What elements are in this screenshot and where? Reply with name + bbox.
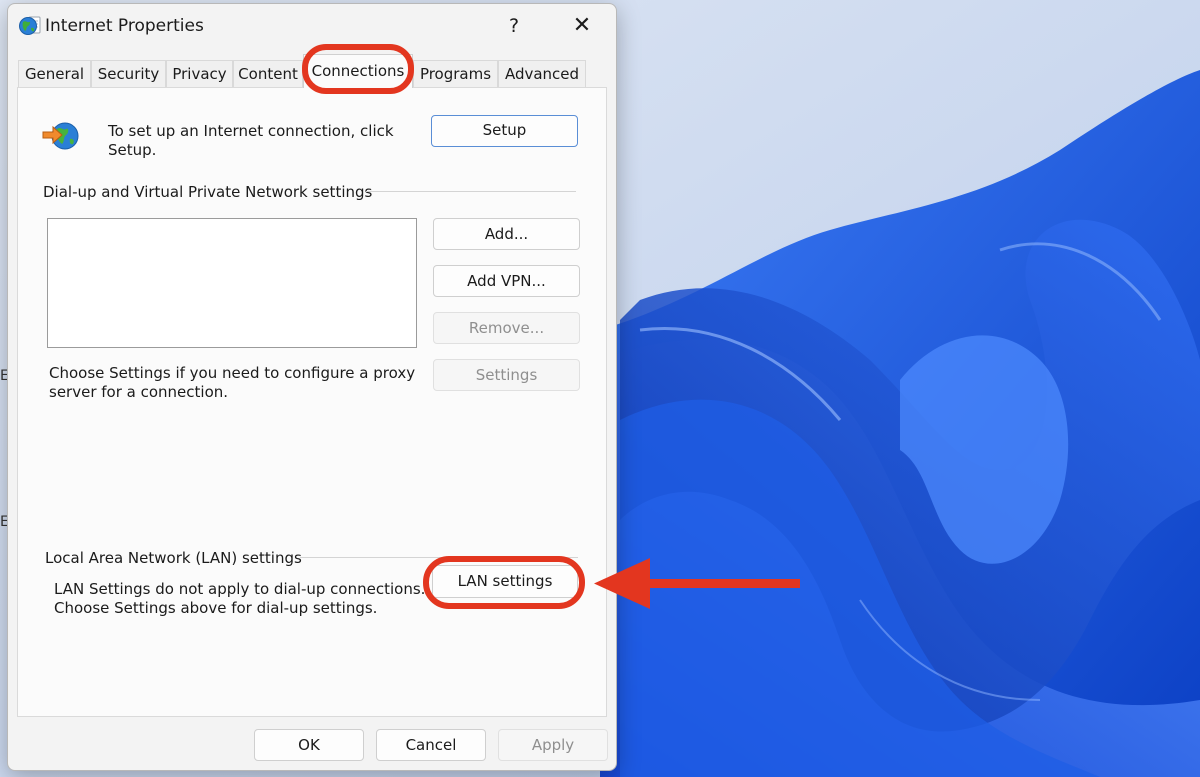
tab-privacy[interactable]: Privacy [166, 60, 233, 87]
group-divider [366, 191, 576, 192]
tab-general[interactable]: General [18, 60, 91, 87]
connections-panel: To set up an Internet connection, click … [17, 87, 607, 717]
title-bar[interactable]: Internet Properties ? ✕ [8, 4, 616, 48]
lan-note: LAN Settings do not apply to dial-up con… [54, 580, 425, 618]
setup-description-line: To set up an Internet connection, click [108, 122, 394, 140]
tab-security[interactable]: Security [91, 60, 166, 87]
setup-description: To set up an Internet connection, click … [108, 122, 394, 160]
connections-listbox[interactable] [47, 218, 417, 348]
red-arrow-left-icon [594, 558, 800, 609]
close-button[interactable]: ✕ [560, 10, 604, 42]
apply-button[interactable]: Apply [498, 729, 608, 761]
proxy-hint-line: Choose Settings if you need to configure… [49, 364, 416, 382]
ok-button[interactable]: OK [254, 729, 364, 761]
tab-content[interactable]: Content [233, 60, 303, 87]
remove-button[interactable]: Remove... [433, 312, 580, 344]
tab-advanced[interactable]: Advanced [498, 60, 586, 87]
connect-wizard-icon [42, 122, 79, 150]
internet-properties-dialog: Internet Properties ? ✕ General Security… [7, 3, 617, 771]
setup-button[interactable]: Setup [431, 115, 578, 147]
cancel-button[interactable]: Cancel [376, 729, 486, 761]
lan-note-line: LAN Settings do not apply to dial-up con… [54, 580, 426, 598]
help-button[interactable]: ? [492, 10, 536, 42]
proxy-hint-line: server for a connection. [49, 383, 229, 401]
add-button[interactable]: Add... [433, 218, 580, 250]
add-vpn-button[interactable]: Add VPN... [433, 265, 580, 297]
dialup-group-title: Dial-up and Virtual Private Network sett… [43, 183, 373, 201]
lan-note-line: Choose Settings above for dial-up settin… [54, 599, 378, 617]
setup-description-line: Setup. [108, 141, 157, 159]
dialup-settings-button[interactable]: Settings [433, 359, 580, 391]
lan-group-title: Local Area Network (LAN) settings [45, 549, 302, 567]
window-title: Internet Properties [45, 16, 204, 36]
connections-tab-highlight [302, 44, 414, 94]
globe-icon [19, 16, 41, 35]
tab-programs[interactable]: Programs [413, 60, 498, 87]
proxy-hint: Choose Settings if you need to configure… [49, 364, 415, 402]
lan-settings-highlight [423, 556, 585, 609]
